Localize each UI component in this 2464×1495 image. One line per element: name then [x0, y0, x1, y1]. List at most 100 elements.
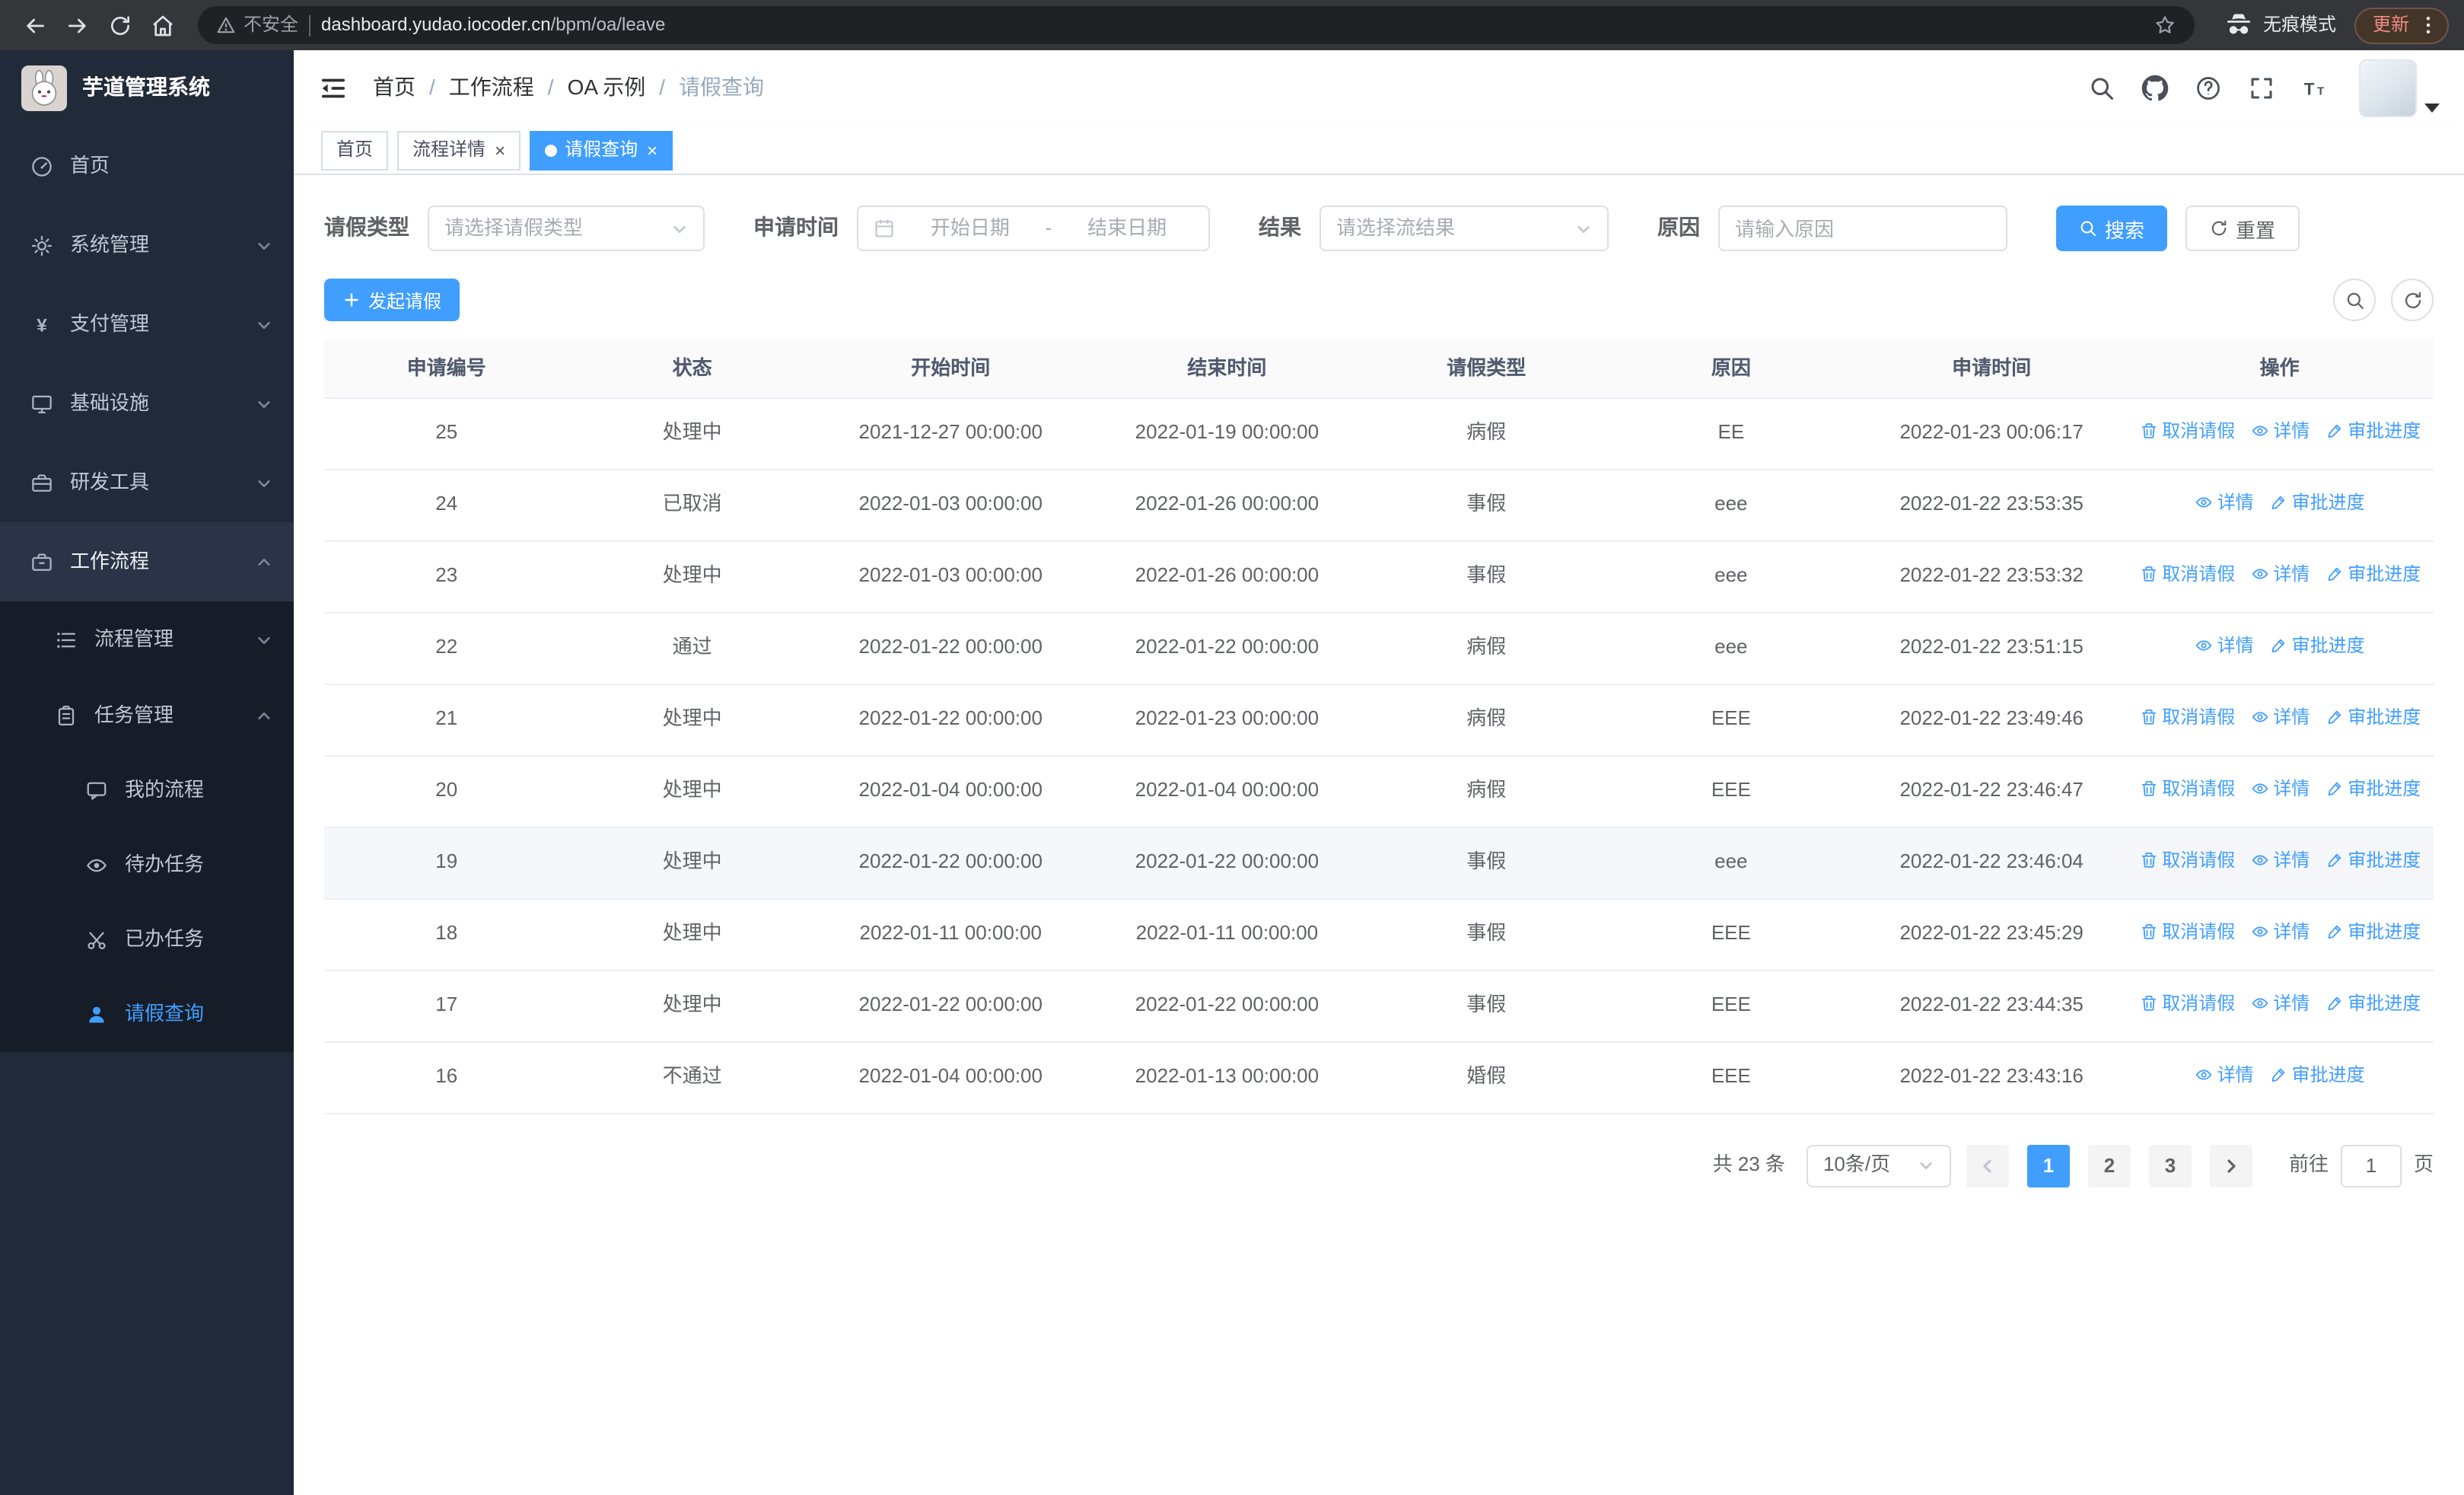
next-page-button[interactable]	[2209, 1144, 2252, 1187]
sidebar-item-task-mgmt[interactable]: 任务管理	[0, 677, 294, 754]
breadcrumb-item-oa[interactable]: OA 示例	[568, 75, 646, 102]
sidebar-item-todo-tasks[interactable]: 待办任务	[0, 828, 294, 903]
github-icon[interactable]	[2140, 73, 2170, 104]
cell-start-time: 2022-01-22 00:00:00	[815, 827, 1086, 899]
cell-end-time: 2022-01-22 00:00:00	[1085, 970, 1369, 1042]
reset-button[interactable]: 重置	[2185, 206, 2300, 251]
action-cancel-link[interactable]: 取消请假	[2139, 706, 2235, 728]
browser-forward-icon[interactable]	[58, 5, 97, 45]
action-progress-link[interactable]: 审批进度	[2325, 419, 2421, 442]
bookmark-star-icon[interactable]	[2154, 14, 2176, 37]
app-logo[interactable]: 芋道管理系统	[0, 50, 294, 126]
action-progress-link[interactable]: 审批进度	[2325, 706, 2421, 728]
sidebar-item-devtools[interactable]: 研发工具	[0, 443, 294, 522]
reason-input[interactable]	[1718, 206, 2007, 251]
action-cancel-link[interactable]: 取消请假	[2139, 777, 2235, 800]
breadcrumb-item-workflow[interactable]: 工作流程	[449, 75, 534, 102]
chevron-right-icon	[2227, 1159, 2236, 1172]
browser-update-button[interactable]: 更新	[2354, 7, 2449, 43]
action-detail-link[interactable]: 详情	[2195, 634, 2254, 657]
cell-apply-time: 2022-01-22 23:49:46	[1858, 684, 2126, 756]
action-cancel-link[interactable]: 取消请假	[2139, 920, 2235, 943]
eye-icon	[2251, 926, 2268, 937]
sidebar-item-process-mgmt[interactable]: 流程管理	[0, 601, 294, 677]
browser-back-icon[interactable]	[15, 5, 55, 45]
action-progress-link[interactable]: 审批进度	[2325, 992, 2421, 1015]
cell-id: 22	[324, 612, 569, 684]
cell-reason: eee	[1604, 540, 1858, 613]
close-icon[interactable]: ×	[647, 141, 657, 159]
action-progress-link[interactable]: 审批进度	[2269, 491, 2365, 514]
trash-icon	[2141, 996, 2156, 1012]
search-icon[interactable]	[2087, 73, 2117, 104]
security-warning[interactable]: 不安全	[216, 14, 298, 37]
browser-home-icon[interactable]	[143, 5, 183, 45]
action-progress-link[interactable]: 审批进度	[2325, 777, 2421, 800]
sidebar-item-my-process[interactable]: 我的流程	[0, 754, 294, 828]
font-size-icon[interactable]: TT	[2300, 73, 2330, 104]
search-button[interactable]: 搜索	[2056, 206, 2168, 251]
tab-leave-query[interactable]: 请假查询 ×	[530, 130, 673, 170]
sidebar-item-done-tasks[interactable]: 已办任务	[0, 903, 294, 977]
action-progress-link[interactable]: 审批进度	[2325, 920, 2421, 943]
breadcrumb-item-home[interactable]: 首页	[373, 75, 415, 102]
person-icon	[85, 1003, 108, 1026]
action-progress-link[interactable]: 审批进度	[2269, 634, 2365, 657]
chevron-down-icon	[1575, 220, 1592, 237]
user-avatar[interactable]	[2359, 59, 2440, 117]
sidebar-item-leave-query[interactable]: 请假查询	[0, 977, 294, 1052]
apply-time-range-picker[interactable]: 开始日期 - 结束日期	[857, 206, 1210, 251]
action-detail-link[interactable]: 详情	[2195, 491, 2254, 514]
help-icon[interactable]	[2193, 73, 2224, 104]
toggle-search-button[interactable]	[2333, 279, 2376, 321]
sidebar-item-system[interactable]: 系统管理	[0, 206, 294, 285]
action-cancel-link[interactable]: 取消请假	[2139, 419, 2235, 442]
goto-page-input[interactable]	[2340, 1144, 2402, 1187]
action-detail-link[interactable]: 详情	[2250, 849, 2310, 872]
browser-reload-icon[interactable]	[100, 5, 140, 45]
action-detail-link[interactable]: 详情	[2250, 920, 2310, 943]
action-detail-link[interactable]: 详情	[2195, 1063, 2254, 1086]
prev-page-button[interactable]	[1966, 1144, 2009, 1187]
action-progress-link[interactable]: 审批进度	[2325, 563, 2421, 585]
table-row: 21 处理中 2022-01-22 00:00:00 2022-01-23 00…	[324, 684, 2434, 756]
action-progress-link[interactable]: 审批进度	[2269, 1063, 2365, 1086]
tab-home[interactable]: 首页	[321, 130, 389, 170]
cell-end-time: 2022-01-04 00:00:00	[1085, 755, 1369, 827]
action-detail-link[interactable]: 详情	[2250, 992, 2310, 1015]
cell-actions: 取消请假 详情 审批进度	[2125, 540, 2434, 613]
action-cancel-link[interactable]: 取消请假	[2139, 849, 2235, 872]
page-button-1[interactable]: 1	[2026, 1144, 2070, 1187]
page-button-3[interactable]: 3	[2148, 1144, 2192, 1187]
result-select[interactable]: 请选择流结果	[1320, 206, 1609, 251]
url-host: dashboard.yudao.iocoder.cn	[321, 14, 551, 35]
sidebar-item-payment[interactable]: ¥ 支付管理	[0, 285, 294, 364]
refresh-table-button[interactable]	[2391, 279, 2434, 321]
leave-type-select[interactable]: 请选择请假类型	[428, 206, 705, 251]
sidebar-item-infra[interactable]: 基础设施	[0, 364, 294, 443]
page-button-2[interactable]: 2	[2087, 1144, 2131, 1187]
eye-icon	[2195, 1069, 2211, 1080]
close-icon[interactable]: ×	[495, 141, 505, 159]
create-leave-button[interactable]: 发起请假	[324, 279, 460, 321]
cell-apply-time: 2022-01-22 23:46:47	[1858, 755, 2126, 827]
sidebar-item-workflow[interactable]: 工作流程	[0, 522, 294, 601]
sidebar-item-home[interactable]: 首页	[0, 126, 294, 206]
action-detail-link[interactable]: 详情	[2250, 706, 2310, 728]
action-detail-link[interactable]: 详情	[2250, 563, 2310, 585]
address-bar[interactable]: 不安全 dashboard.yudao.iocoder.cn/bpm/oa/le…	[198, 6, 2195, 44]
cell-id: 25	[324, 397, 569, 470]
sidebar-toggle-icon[interactable]	[318, 73, 349, 104]
action-cancel-link[interactable]: 取消请假	[2139, 992, 2235, 1015]
fullscreen-icon[interactable]	[2246, 73, 2277, 104]
action-progress-link[interactable]: 审批进度	[2325, 849, 2421, 872]
tab-process-detail[interactable]: 流程详情 ×	[397, 130, 521, 170]
action-detail-link[interactable]: 详情	[2250, 777, 2310, 800]
page-size-select[interactable]: 10条/页	[1806, 1144, 1951, 1187]
eye-icon	[2251, 855, 2268, 865]
url-text[interactable]: dashboard.yudao.iocoder.cn/bpm/oa/leave	[321, 14, 2143, 37]
action-detail-link[interactable]: 详情	[2250, 419, 2310, 442]
cell-actions: 取消请假 详情 审批进度	[2125, 827, 2434, 899]
action-cancel-link[interactable]: 取消请假	[2139, 563, 2235, 585]
goto-unit: 页	[2413, 1152, 2434, 1176]
